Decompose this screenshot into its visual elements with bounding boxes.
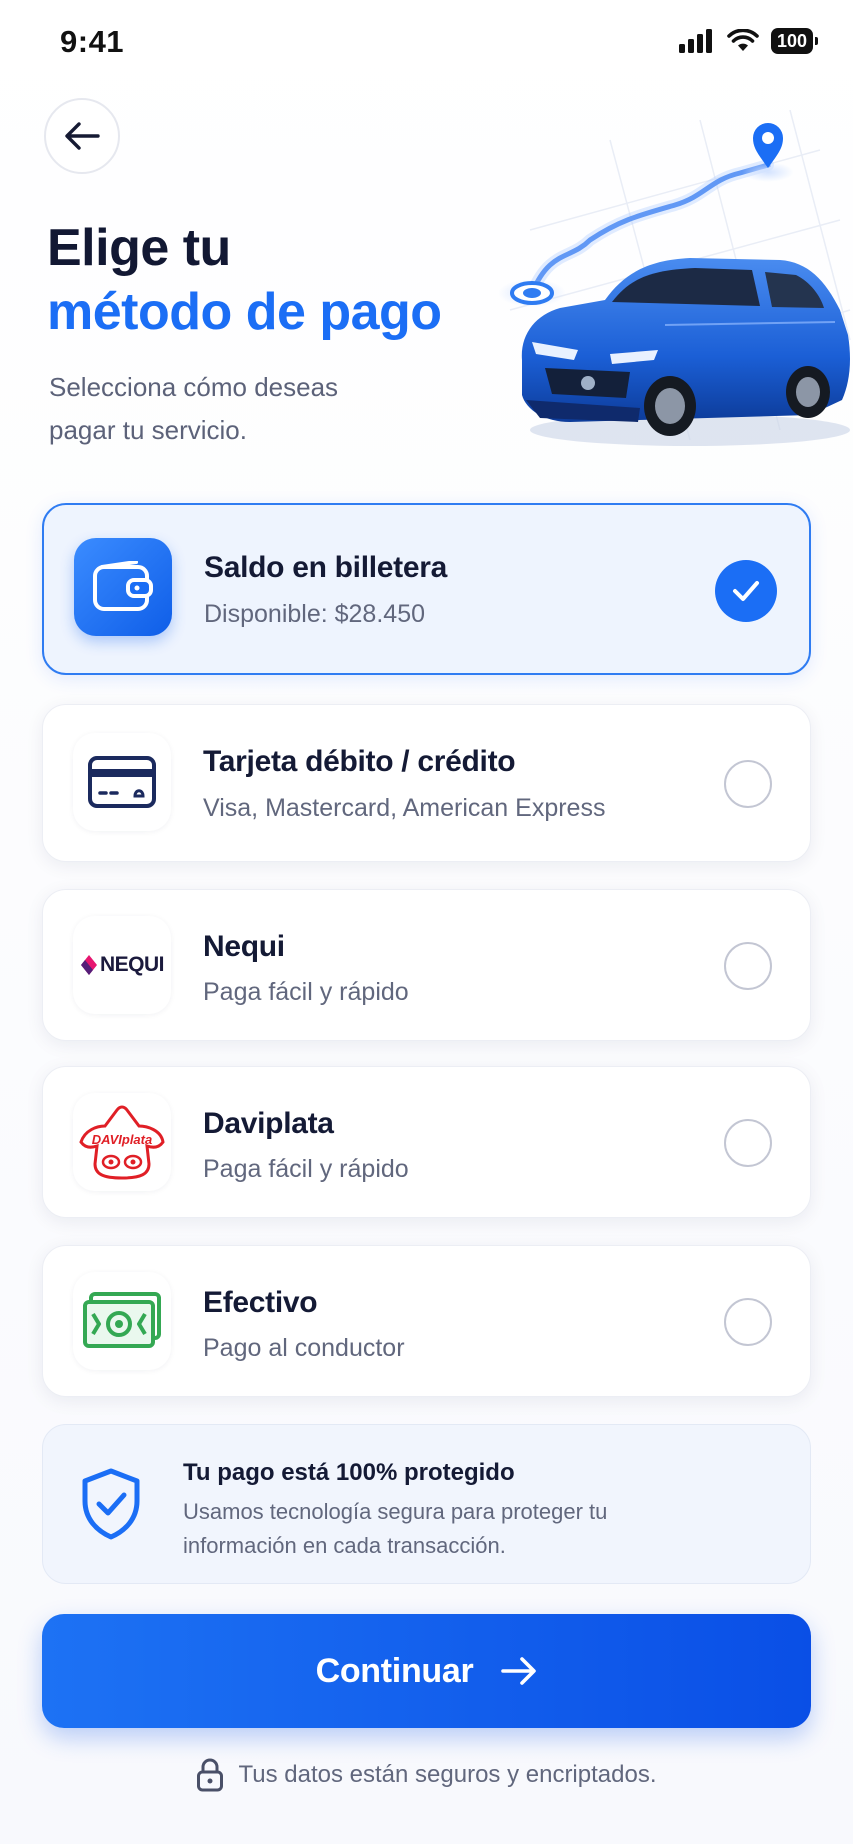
page-subtitle: Selecciona cómo deseas pagar tu servicio… xyxy=(49,372,339,445)
wifi-icon xyxy=(727,29,759,51)
unselected-radio[interactable] xyxy=(724,1119,772,1167)
arrow-right-icon xyxy=(501,1657,537,1685)
daviplata-logo-text: DAVIplata xyxy=(92,1132,152,1147)
signal-icon xyxy=(678,29,712,53)
continue-button[interactable]: Continuar xyxy=(42,1614,811,1728)
status-icons: 100 xyxy=(678,28,819,54)
unselected-radio[interactable] xyxy=(724,760,772,808)
secure-footer: Tus datos están seguros y encriptados. xyxy=(0,1758,853,1792)
page-title-line1: Elige tu xyxy=(47,219,231,277)
credit-card-icon xyxy=(88,756,156,808)
payment-option-nequi[interactable]: NEQUI Nequi Paga fácil y rápido xyxy=(42,889,811,1041)
shield-check-icon xyxy=(82,1468,140,1540)
car-route-illustration xyxy=(498,110,851,446)
payment-option-name: Daviplata xyxy=(203,1107,334,1140)
arrow-left-icon xyxy=(65,122,100,150)
continue-button-label: Continuar xyxy=(315,1651,474,1690)
payment-option-name: Tarjeta débito / crédito xyxy=(203,745,516,778)
payment-option-description: Disponible: $28.450 xyxy=(204,600,425,628)
payment-option-cash[interactable]: Efectivo Pago al conductor xyxy=(42,1245,811,1397)
check-icon xyxy=(733,581,759,601)
cash-logo xyxy=(73,1272,171,1370)
payment-option-description: Paga fácil y rápido xyxy=(203,1155,409,1183)
payment-option-wallet[interactable]: Saldo en billetera Disponible: $28.450 xyxy=(42,503,811,675)
payment-option-name: Saldo en billetera xyxy=(204,551,448,584)
lock-icon xyxy=(197,1758,224,1792)
back-button[interactable] xyxy=(44,98,120,174)
status-time: 9:41 xyxy=(60,24,125,59)
nequi-logo: NEQUI xyxy=(73,916,171,1014)
card-logo xyxy=(73,733,171,831)
security-notice: Tu pago está 100% protegido Usamos tecno… xyxy=(42,1424,811,1584)
payment-option-description: Pago al conductor xyxy=(203,1334,405,1362)
payment-option-daviplata[interactable]: DAVIplata Daviplata Paga fácil y rápido xyxy=(42,1066,811,1218)
security-title: Tu pago está 100% protegido xyxy=(183,1459,515,1486)
unselected-radio[interactable] xyxy=(724,1298,772,1346)
wallet-icon xyxy=(93,561,153,611)
payment-option-description: Visa, Mastercard, American Express xyxy=(203,794,606,822)
page-title-line2: método de pago xyxy=(47,283,442,341)
cash-icon xyxy=(83,1292,161,1348)
payment-option-name: Efectivo xyxy=(203,1286,318,1319)
payment-option-card[interactable]: Tarjeta débito / crédito Visa, Mastercar… xyxy=(42,704,811,862)
nequi-mark-icon xyxy=(80,955,97,975)
wallet-logo xyxy=(74,538,172,636)
payment-option-description: Paga fácil y rápido xyxy=(203,978,409,1006)
daviplata-house-icon: DAVIplata xyxy=(79,1105,165,1180)
daviplata-logo: DAVIplata xyxy=(73,1093,171,1191)
nequi-logo-text: NEQUI xyxy=(99,953,165,976)
battery-indicator: 100 xyxy=(770,28,819,54)
payment-option-name: Nequi xyxy=(203,930,285,963)
selected-radio[interactable] xyxy=(715,560,777,622)
unselected-radio[interactable] xyxy=(724,942,772,990)
footer-text: Tus datos están seguros y encriptados. xyxy=(238,1761,657,1788)
security-text: Usamos tecnología segura para proteger t… xyxy=(183,1499,608,1558)
